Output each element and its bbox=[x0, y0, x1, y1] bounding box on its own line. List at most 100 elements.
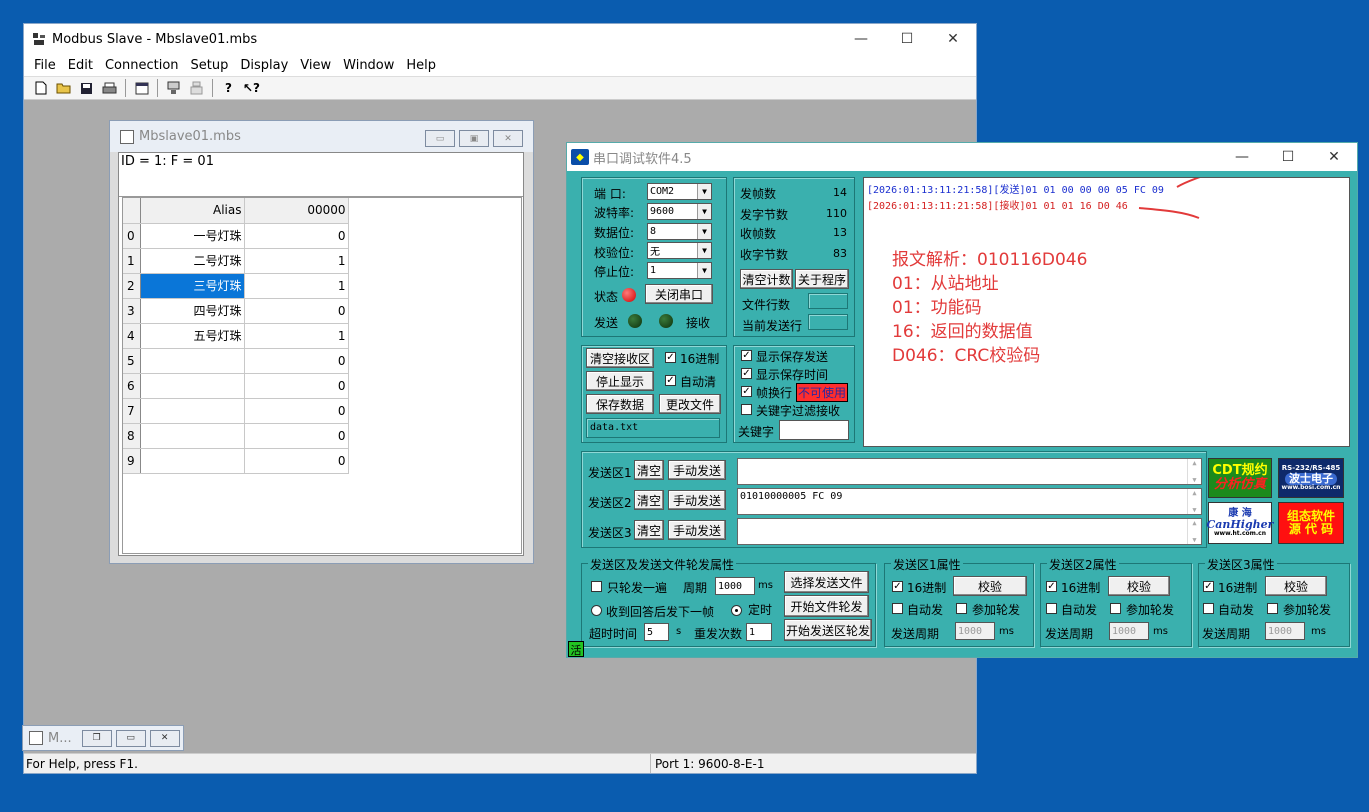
menu-setup[interactable]: Setup bbox=[185, 58, 235, 73]
send-area-2-period-input[interactable]: 1000 bbox=[1109, 622, 1149, 640]
send-area-1-check-button[interactable]: 校验 bbox=[953, 576, 1027, 596]
send-area-3-hex-checkbox[interactable]: ✓ bbox=[1203, 581, 1214, 592]
config-software-ad-banner[interactable]: 组态软件 源 代 码 bbox=[1278, 502, 1344, 544]
close-icon[interactable]: ✕ bbox=[1311, 143, 1357, 171]
timed-radio[interactable] bbox=[731, 605, 742, 616]
menu-view[interactable]: View bbox=[294, 58, 337, 73]
send-area-1-join-checkbox[interactable] bbox=[956, 603, 967, 614]
alias-cell[interactable]: 二号灯珠 bbox=[140, 248, 245, 274]
show-save-send-checkbox[interactable]: ✓ bbox=[741, 350, 752, 361]
change-file-button[interactable]: 更改文件 bbox=[659, 394, 721, 414]
coil-value-cell[interactable]: 0 bbox=[244, 223, 349, 249]
table-row[interactable]: 70 bbox=[123, 398, 349, 424]
send-area-1-auto-checkbox[interactable] bbox=[892, 603, 903, 614]
table-row[interactable]: 80 bbox=[123, 423, 349, 449]
table-row[interactable]: 1 二号灯珠 1 bbox=[123, 248, 349, 274]
table-row[interactable]: 4 五号灯珠 1 bbox=[123, 323, 349, 349]
alias-cell[interactable] bbox=[140, 448, 245, 474]
alias-cell[interactable]: 四号灯珠 bbox=[140, 298, 245, 324]
alias-cell[interactable]: 三号灯珠 bbox=[140, 273, 245, 299]
close-port-button[interactable]: 关闭串口 bbox=[645, 284, 713, 304]
table-row[interactable]: 90 bbox=[123, 448, 349, 474]
scrollbar[interactable]: ▲ ▼ bbox=[1187, 519, 1201, 544]
send-area-2-input[interactable]: 01010000005 FC 09 ▲ ▼ bbox=[737, 488, 1202, 515]
send-area-2-join-checkbox[interactable] bbox=[1110, 603, 1121, 614]
minimize-icon[interactable]: — bbox=[1219, 143, 1265, 171]
keyword-input[interactable] bbox=[779, 420, 849, 440]
table-row[interactable]: 60 bbox=[123, 373, 349, 399]
send-area-3-manual-send-button[interactable]: 手动发送 bbox=[668, 520, 726, 540]
coil-value-cell[interactable]: 0 bbox=[244, 398, 349, 424]
alias-cell[interactable] bbox=[140, 423, 245, 449]
send-area-1-input[interactable]: ▲ ▼ bbox=[737, 458, 1202, 485]
parity-select[interactable]: 无 ▼ bbox=[647, 242, 712, 259]
send-area-2-check-button[interactable]: 校验 bbox=[1108, 576, 1170, 596]
maximize-icon[interactable]: ☐ bbox=[884, 24, 930, 54]
menu-window[interactable]: Window bbox=[337, 58, 400, 73]
send-area-1-manual-send-button[interactable]: 手动发送 bbox=[668, 460, 726, 480]
menu-file[interactable]: File bbox=[28, 58, 62, 73]
maximize-icon[interactable]: ☐ bbox=[1265, 143, 1311, 171]
connect-icon[interactable] bbox=[163, 78, 184, 98]
coil-value-cell[interactable]: 1 bbox=[244, 323, 349, 349]
bosi-ad-banner[interactable]: RS-232/RS-485 波士电子 www.bosi.com.cn bbox=[1278, 458, 1344, 498]
timeout-input[interactable]: 5 bbox=[644, 623, 669, 641]
table-row[interactable]: 0 一号灯珠 0 bbox=[123, 223, 349, 249]
minimized-child-window[interactable]: M... ❐ ▭ ✕ bbox=[22, 725, 184, 751]
send-area-2-hex-checkbox[interactable]: ✓ bbox=[1046, 581, 1057, 592]
data-bits-select[interactable]: 8 ▼ bbox=[647, 223, 712, 240]
coil-value-cell[interactable]: 0 bbox=[244, 423, 349, 449]
send-area-3-input[interactable]: ▲ ▼ bbox=[737, 518, 1202, 545]
select-send-file-button[interactable]: 选择发送文件 bbox=[784, 571, 869, 593]
clear-receive-button[interactable]: 清空接收区 bbox=[586, 348, 654, 368]
alias-cell[interactable]: 一号灯珠 bbox=[140, 223, 245, 249]
send-area-1-period-input[interactable]: 1000 bbox=[955, 622, 995, 640]
save-filename-field[interactable]: data.txt bbox=[586, 418, 720, 438]
cdt-ad-banner[interactable]: CDT规约 分析仿真 bbox=[1208, 458, 1272, 498]
clear-count-button[interactable]: 清空计数 bbox=[740, 269, 793, 289]
send-area-1-hex-checkbox[interactable]: ✓ bbox=[892, 581, 903, 592]
disconnect-icon[interactable] bbox=[186, 78, 207, 98]
open-folder-icon[interactable] bbox=[53, 78, 74, 98]
coil-value-cell[interactable]: 1 bbox=[244, 248, 349, 274]
after-reply-radio[interactable] bbox=[591, 605, 602, 616]
send-area-1-clear-button[interactable]: 清空 bbox=[634, 460, 664, 480]
stop-display-button[interactable]: 停止显示 bbox=[586, 371, 654, 391]
child-close-icon[interactable]: ✕ bbox=[493, 130, 523, 147]
send-area-2-clear-button[interactable]: 清空 bbox=[634, 490, 664, 510]
scrollbar[interactable]: ▲ ▼ bbox=[1187, 489, 1201, 514]
port-select[interactable]: COM2 ▼ bbox=[647, 183, 712, 200]
restore-icon[interactable]: ❐ bbox=[81, 729, 112, 747]
alias-cell[interactable]: 五号灯珠 bbox=[140, 323, 245, 349]
kanghai-ad-banner[interactable]: 康 海 CanHigher www.ht.com.cn bbox=[1207, 502, 1273, 544]
hex-receive-checkbox[interactable]: ✓ bbox=[665, 352, 676, 363]
table-row[interactable]: 50 bbox=[123, 348, 349, 374]
poll-once-checkbox[interactable] bbox=[591, 581, 602, 592]
child-maximize-icon[interactable]: ▣ bbox=[459, 130, 489, 147]
menu-connection[interactable]: Connection bbox=[99, 58, 185, 73]
context-help-icon[interactable]: ↖? bbox=[241, 78, 262, 98]
table-row[interactable]: 3 四号灯珠 0 bbox=[123, 298, 349, 324]
close-icon[interactable]: ✕ bbox=[149, 729, 180, 747]
send-area-3-auto-checkbox[interactable] bbox=[1203, 603, 1214, 614]
period-input[interactable]: 1000 bbox=[715, 577, 755, 595]
new-file-icon[interactable] bbox=[30, 78, 51, 98]
send-area-3-period-input[interactable]: 1000 bbox=[1265, 622, 1305, 640]
keyword-filter-checkbox[interactable] bbox=[741, 404, 752, 415]
minimize-icon[interactable]: — bbox=[838, 24, 884, 54]
send-area-3-join-checkbox[interactable] bbox=[1267, 603, 1278, 614]
stop-bits-select[interactable]: 1 ▼ bbox=[647, 262, 712, 279]
about-button[interactable]: 关于程序 bbox=[795, 269, 849, 289]
maximize-icon[interactable]: ▭ bbox=[115, 729, 146, 747]
alias-cell[interactable] bbox=[140, 398, 245, 424]
frame-newline-checkbox[interactable]: ✓ bbox=[741, 386, 752, 397]
receive-log-area[interactable]: [2026:01:13:11:21:58][发送]01 01 00 00 00 … bbox=[863, 177, 1350, 447]
table-row[interactable]: 2 三号灯珠 1 bbox=[123, 273, 349, 299]
coil-value-cell[interactable]: 0 bbox=[244, 448, 349, 474]
scrollbar[interactable]: ▲ ▼ bbox=[1187, 459, 1201, 484]
child-minimize-icon[interactable]: ▭ bbox=[425, 130, 455, 147]
send-area-3-clear-button[interactable]: 清空 bbox=[634, 520, 664, 540]
send-area-2-manual-send-button[interactable]: 手动发送 bbox=[668, 490, 726, 510]
save-data-button[interactable]: 保存数据 bbox=[586, 394, 654, 414]
help-icon[interactable]: ? bbox=[218, 78, 239, 98]
